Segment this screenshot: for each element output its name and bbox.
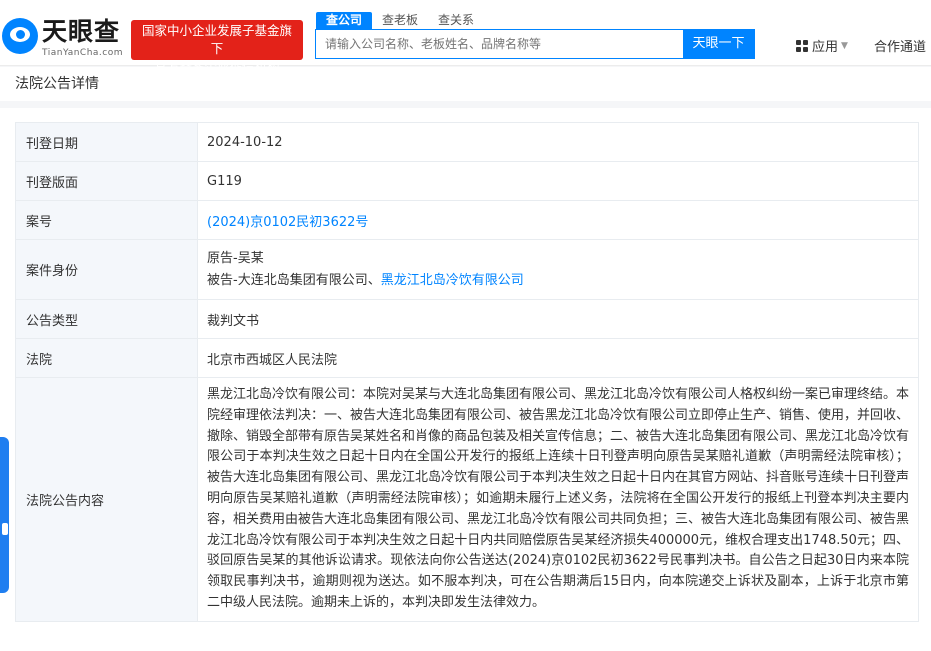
tab-company[interactable]: 查公司 [316, 12, 373, 29]
case-no-label: 案号 [15, 200, 198, 240]
search-input[interactable] [316, 30, 683, 58]
court-value: 北京市西城区人民法院 [197, 338, 919, 378]
page-title-bar: 法院公告详情 [0, 67, 931, 101]
content-label: 法院公告内容 [15, 377, 198, 622]
row-publish-date: 刊登日期 2024-10-12 [15, 122, 919, 162]
search-button[interactable]: 天眼一下 [683, 30, 754, 58]
chevron-down-icon: ▼ [841, 40, 848, 51]
notice-type-value: 裁判文书 [197, 299, 919, 339]
row-edition: 刊登版面 G119 [15, 161, 919, 201]
search-tabs: 查公司 查老板 查关系 [316, 12, 484, 29]
detail-card: 刊登日期 2024-10-12 刊登版面 G119 案号 (2024)京0102… [0, 108, 931, 651]
defendant-text: 被告-大连北岛集团有限公司、 [207, 272, 381, 288]
content-value: 黑龙江北岛冷饮有限公司：本院对吴某与大连北岛集团有限公司、黑龙江北岛冷饮有限公司… [197, 377, 919, 622]
publish-date-label: 刊登日期 [15, 122, 198, 162]
logo-text: 天眼查 [42, 17, 121, 46]
side-float-tab[interactable] [0, 437, 9, 593]
case-no-value: (2024)京0102民初3622号 [197, 200, 919, 240]
publish-date-value: 2024-10-12 [197, 122, 919, 162]
logo[interactable]: 天眼查 TianYanCha.com [2, 14, 124, 60]
defendant-company-link[interactable]: 黑龙江北岛冷饮有限公司 [381, 273, 524, 288]
detail-table: 刊登日期 2024-10-12 刊登版面 G119 案号 (2024)京0102… [15, 122, 919, 622]
edition-label: 刊登版面 [15, 161, 198, 201]
logo-domain: TianYanCha.com [42, 48, 124, 58]
edition-value: G119 [197, 161, 919, 201]
eye-logo-icon [2, 18, 38, 54]
notice-type-label: 公告类型 [15, 299, 198, 339]
tab-boss[interactable]: 查老板 [372, 12, 428, 29]
row-party: 案件身份 原告-吴某 被告-大连北岛集团有限公司、黑龙江北岛冷饮有限公司 [15, 239, 919, 300]
row-content: 法院公告内容 黑龙江北岛冷饮有限公司：本院对吴某与大连北岛集团有限公司、黑龙江北… [15, 377, 919, 622]
side-tab-icon [2, 523, 8, 535]
slogan-badge: 国家中小企业发展子基金旗下 官方备案企业征信机构 [131, 20, 303, 74]
row-court: 法院 北京市西城区人民法院 [15, 338, 919, 378]
row-case-no: 案号 (2024)京0102民初3622号 [15, 200, 919, 240]
party-value: 原告-吴某 被告-大连北岛集团有限公司、黑龙江北岛冷饮有限公司 [197, 239, 919, 300]
apps-label: 应用 [812, 40, 839, 55]
search-box: 天眼一下 [315, 29, 755, 59]
case-no-link[interactable]: (2024)京0102民初3622号 [207, 215, 368, 230]
plaintiff: 原告-吴某 [207, 250, 264, 266]
defendants: 被告-大连北岛集团有限公司、黑龙江北岛冷饮有限公司 [207, 270, 909, 292]
apps-menu[interactable]: 应用 ▼ [796, 36, 848, 55]
row-notice-type: 公告类型 裁判文书 [15, 299, 919, 339]
slogan-line-1: 国家中小企业发展子基金旗下 [141, 23, 292, 56]
tab-relation[interactable]: 查关系 [428, 12, 484, 29]
apps-grid-icon [796, 39, 808, 52]
court-label: 法院 [15, 338, 198, 378]
top-header: 天眼查 TianYanCha.com 国家中小企业发展子基金旗下 官方备案企业征… [0, 0, 931, 74]
partner-link[interactable]: 合作通道 [874, 36, 926, 55]
notice-content: 黑龙江北岛冷饮有限公司：本院对吴某与大连北岛集团有限公司、黑龙江北岛冷饮有限公司… [207, 387, 910, 610]
page-title: 法院公告详情 [15, 76, 99, 92]
party-label: 案件身份 [15, 239, 198, 300]
